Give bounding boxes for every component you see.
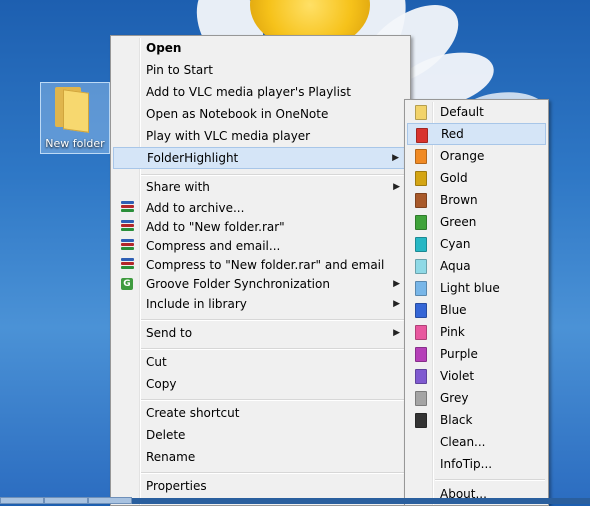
violet-folder-icon bbox=[415, 369, 427, 384]
taskbar-button[interactable] bbox=[88, 497, 132, 504]
cyan-folder-icon bbox=[415, 237, 427, 252]
submenu-item-label: Blue bbox=[440, 303, 467, 317]
menu-item-play-with-vlc[interactable]: Play with VLC media player bbox=[113, 125, 408, 147]
submenu-item-label: InfoTip... bbox=[440, 457, 493, 471]
menu-separator bbox=[141, 348, 407, 350]
menu-separator bbox=[141, 319, 407, 321]
menu-item-properties[interactable]: Properties bbox=[113, 475, 408, 497]
menu-item-open-as-notebook[interactable]: Open as Notebook in OneNote bbox=[113, 103, 408, 125]
submenu-arrow-icon: ▶ bbox=[393, 328, 400, 338]
menu-item-add-to-vlc-playlist[interactable]: Add to VLC media player's Playlist bbox=[113, 81, 408, 103]
submenu-item-label: Default bbox=[440, 105, 484, 119]
menu-item-cut[interactable]: Cut bbox=[113, 351, 408, 373]
menu-item-create-shortcut[interactable]: Create shortcut bbox=[113, 402, 408, 424]
menu-item-share-with[interactable]: Share with ▶ bbox=[113, 176, 408, 198]
winrar-icon bbox=[121, 201, 134, 215]
winrar-icon bbox=[121, 239, 134, 253]
submenu-arrow-icon: ▶ bbox=[393, 299, 400, 309]
submenu-item-label: Green bbox=[440, 215, 477, 229]
aqua-folder-icon bbox=[415, 259, 427, 274]
submenu-item-label: Purple bbox=[440, 347, 478, 361]
menu-item-send-to[interactable]: Send to ▶ bbox=[113, 322, 408, 344]
submenu-arrow-icon: ▶ bbox=[393, 182, 400, 192]
submenu-item-cyan[interactable]: Cyan bbox=[407, 233, 546, 255]
submenu-item-red[interactable]: Red bbox=[407, 123, 546, 145]
submenu-item-light-blue[interactable]: Light blue bbox=[407, 277, 546, 299]
taskbar-button[interactable] bbox=[0, 497, 44, 504]
folderhighlight-submenu: Default Red Orange Gold Brown Green Cyan Aqua Li… bbox=[404, 99, 549, 506]
menu-item-delete[interactable]: Delete bbox=[113, 424, 408, 446]
taskbar-button[interactable] bbox=[44, 497, 88, 504]
submenu-item-label: Pink bbox=[440, 325, 465, 339]
submenu-item-blue[interactable]: Blue bbox=[407, 299, 546, 321]
submenu-item-violet[interactable]: Violet bbox=[407, 365, 546, 387]
winrar-icon bbox=[121, 220, 134, 234]
submenu-item-orange[interactable]: Orange bbox=[407, 145, 546, 167]
submenu-item-black[interactable]: Black bbox=[407, 409, 546, 431]
submenu-item-label: Gold bbox=[440, 171, 468, 185]
taskbar bbox=[0, 497, 590, 504]
submenu-item-label: Violet bbox=[440, 369, 475, 383]
winrar-icon bbox=[121, 258, 134, 272]
submenu-item-brown[interactable]: Brown bbox=[407, 189, 546, 211]
context-menu: Open Pin to Start Add to VLC media playe… bbox=[110, 35, 411, 506]
red-folder-icon bbox=[416, 128, 428, 143]
purple-folder-icon bbox=[415, 347, 427, 362]
black-folder-icon bbox=[415, 413, 427, 428]
pink-folder-icon bbox=[415, 325, 427, 340]
gold-folder-icon bbox=[415, 171, 427, 186]
menu-item-rename[interactable]: Rename bbox=[113, 446, 408, 468]
submenu-item-grey[interactable]: Grey bbox=[407, 387, 546, 409]
submenu-item-green[interactable]: Green bbox=[407, 211, 546, 233]
groove-icon: G bbox=[121, 278, 133, 290]
submenu-item-purple[interactable]: Purple bbox=[407, 343, 546, 365]
submenu-item-label: Clean... bbox=[440, 435, 486, 449]
menu-item-folderhighlight[interactable]: FolderHighlight ▶ bbox=[113, 147, 408, 169]
submenu-item-label: Cyan bbox=[440, 237, 471, 251]
submenu-item-pink[interactable]: Pink bbox=[407, 321, 546, 343]
menu-item-pin-to-start[interactable]: Pin to Start bbox=[113, 59, 408, 81]
submenu-item-label: Light blue bbox=[440, 281, 500, 295]
submenu-item-label: Red bbox=[441, 127, 464, 141]
blue-folder-icon bbox=[415, 303, 427, 318]
submenu-item-label: Black bbox=[440, 413, 473, 427]
menu-item-include-in-library[interactable]: Include in library ▶ bbox=[113, 293, 408, 315]
menu-separator bbox=[141, 472, 407, 474]
light-blue-folder-icon bbox=[415, 281, 427, 296]
submenu-item-label: Brown bbox=[440, 193, 478, 207]
submenu-item-label: Grey bbox=[440, 391, 469, 405]
submenu-item-gold[interactable]: Gold bbox=[407, 167, 546, 189]
orange-folder-icon bbox=[415, 149, 427, 164]
desktop-folder-new-folder[interactable]: New folder bbox=[40, 82, 110, 154]
menu-separator bbox=[141, 399, 407, 401]
submenu-item-default[interactable]: Default bbox=[407, 101, 546, 123]
menu-item-copy[interactable]: Copy bbox=[113, 373, 408, 395]
menu-item-open[interactable]: Open bbox=[113, 37, 408, 59]
menu-item-groove-folder-sync[interactable]: G Groove Folder Synchronization ▶ bbox=[113, 273, 408, 295]
submenu-item-aqua[interactable]: Aqua bbox=[407, 255, 546, 277]
menu-separator bbox=[435, 479, 545, 481]
submenu-item-infotip[interactable]: InfoTip... bbox=[407, 453, 546, 475]
desktop-icon-label: New folder bbox=[45, 137, 105, 150]
green-folder-icon bbox=[415, 215, 427, 230]
submenu-item-label: Orange bbox=[440, 149, 485, 163]
brown-folder-icon bbox=[415, 193, 427, 208]
submenu-arrow-icon: ▶ bbox=[392, 153, 399, 163]
submenu-item-clean[interactable]: Clean... bbox=[407, 431, 546, 453]
default-folder-icon bbox=[415, 105, 427, 120]
grey-folder-icon bbox=[415, 391, 427, 406]
submenu-arrow-icon: ▶ bbox=[393, 279, 400, 289]
submenu-item-label: Aqua bbox=[440, 259, 471, 273]
